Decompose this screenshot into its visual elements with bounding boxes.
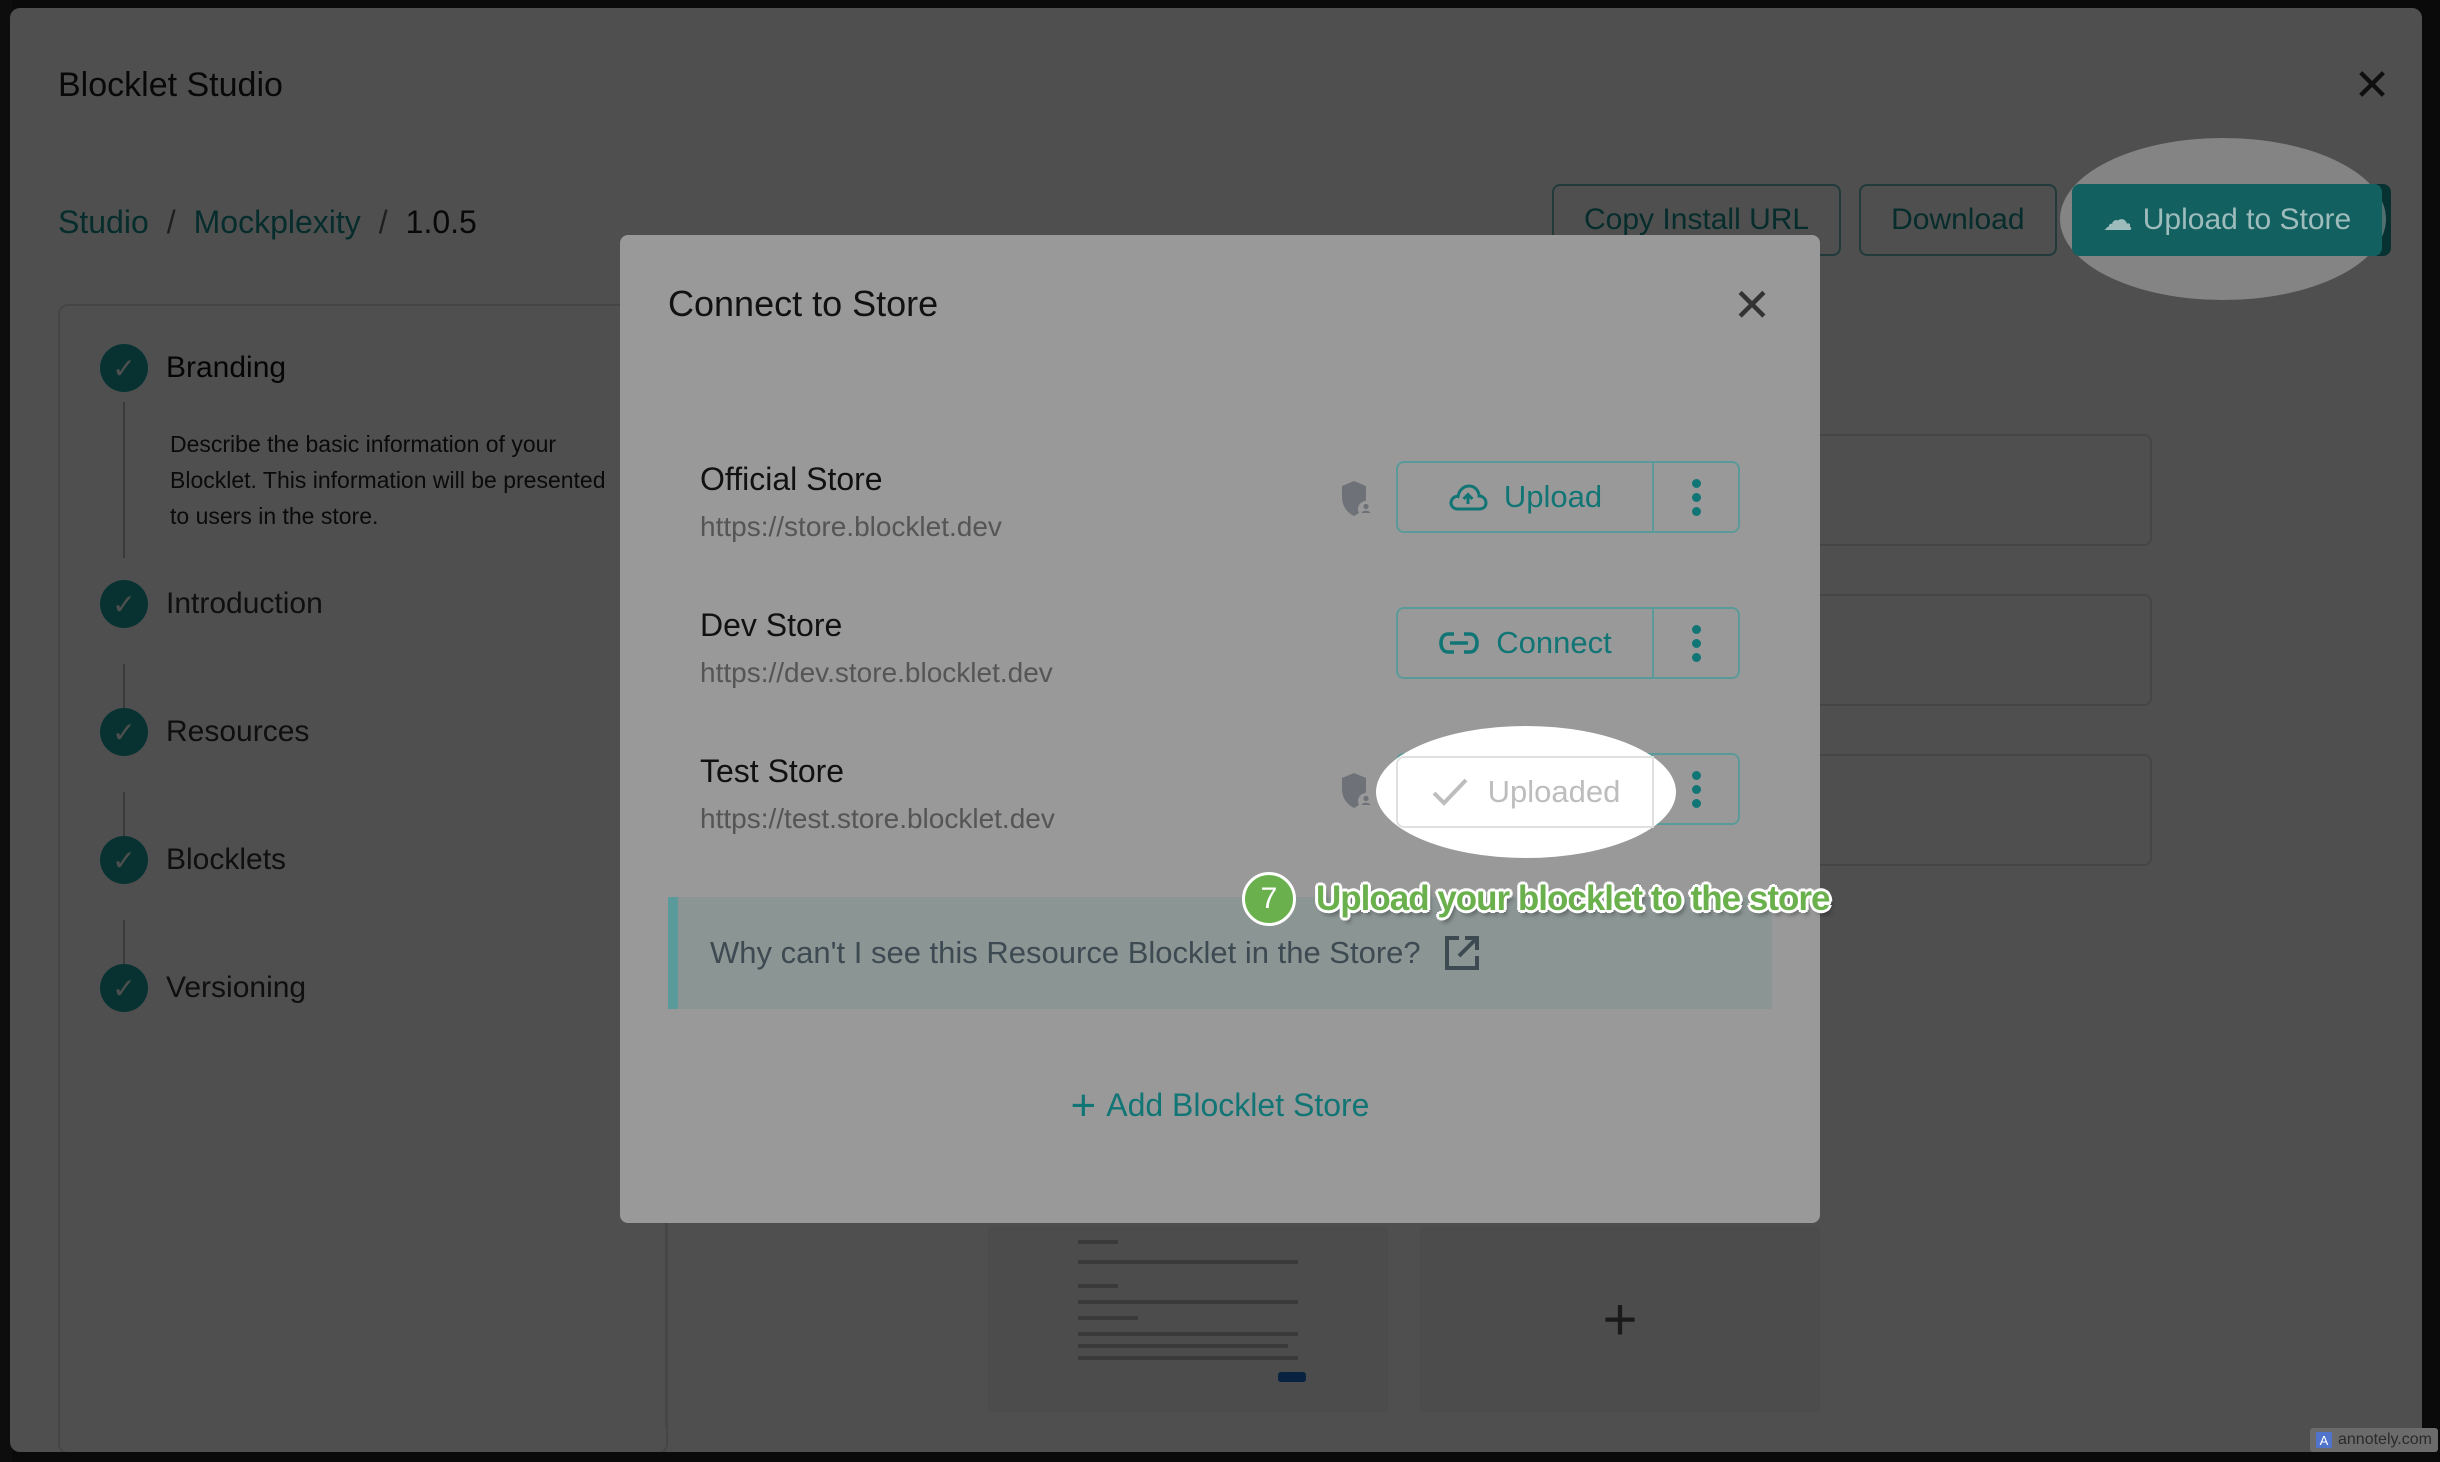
cloud-upload-icon: ☁ <box>2102 203 2133 237</box>
connect-button[interactable]: Connect <box>1398 609 1654 677</box>
annotation-callout: 7 Upload your blocklet to the store <box>1242 872 1830 926</box>
more-options-button[interactable] <box>1654 609 1738 677</box>
store-name: Official Store <box>700 461 883 497</box>
modal-title: Connect to Store <box>668 283 939 324</box>
step-number-badge: 7 <box>1242 872 1296 926</box>
check-icon <box>1432 778 1468 806</box>
store-url: https://dev.store.blocklet.dev <box>700 657 1053 688</box>
watermark-text: annotely.com <box>2338 1431 2432 1448</box>
watermark: A annotely.com <box>2310 1428 2438 1452</box>
annotation-text: Upload your blocklet to the store <box>1316 879 1830 918</box>
add-blocklet-store-button[interactable]: + Add Blocklet Store <box>620 1080 1820 1130</box>
shield-user-icon <box>1342 773 1374 809</box>
store-row-dev: Dev Store https://dev.store.blocklet.dev… <box>700 607 1760 727</box>
connect-label: Connect <box>1496 625 1612 660</box>
plus-icon: + <box>1070 1080 1097 1130</box>
upload-label: Upload <box>1503 479 1603 514</box>
store-url: https://test.store.blocklet.dev <box>700 803 1055 834</box>
store-name: Dev Store <box>700 607 843 643</box>
more-vertical-icon <box>1691 770 1701 808</box>
store-name: Test Store <box>700 753 845 789</box>
more-vertical-icon <box>1691 624 1701 662</box>
uploaded-button[interactable]: Uploaded <box>1396 756 1654 828</box>
store-row-official: Official Store https://store.blocklet.de… <box>700 461 1760 581</box>
annotely-logo-icon: A <box>2316 1432 2332 1448</box>
upload-to-store-label: Upload to Store <box>2142 203 2352 236</box>
more-vertical-icon <box>1691 478 1701 516</box>
upload-button[interactable]: Upload <box>1398 463 1654 531</box>
store-action-group: Connect <box>1396 607 1740 679</box>
modal-close-icon[interactable]: ✕ <box>1730 282 1774 328</box>
store-action-group: Upload <box>1396 461 1740 533</box>
upload-to-store-button-highlighted[interactable]: ☁ Upload to Store <box>2072 184 2382 256</box>
shield-user-icon <box>1342 481 1374 517</box>
uploaded-label: Uploaded <box>1487 774 1621 809</box>
store-url: https://store.blocklet.dev <box>700 511 1002 542</box>
add-blocklet-store-label: Add Blocklet Store <box>1106 1087 1370 1123</box>
external-link-icon[interactable] <box>1443 934 1481 972</box>
connect-to-store-modal: Connect to Store ✕ Official Store https:… <box>620 235 1820 1223</box>
more-options-button[interactable] <box>1654 463 1738 531</box>
info-alert-text: Why can't I see this Resource Blocklet i… <box>710 935 1421 970</box>
cloud-upload-icon <box>1449 484 1488 511</box>
link-icon <box>1439 632 1480 654</box>
